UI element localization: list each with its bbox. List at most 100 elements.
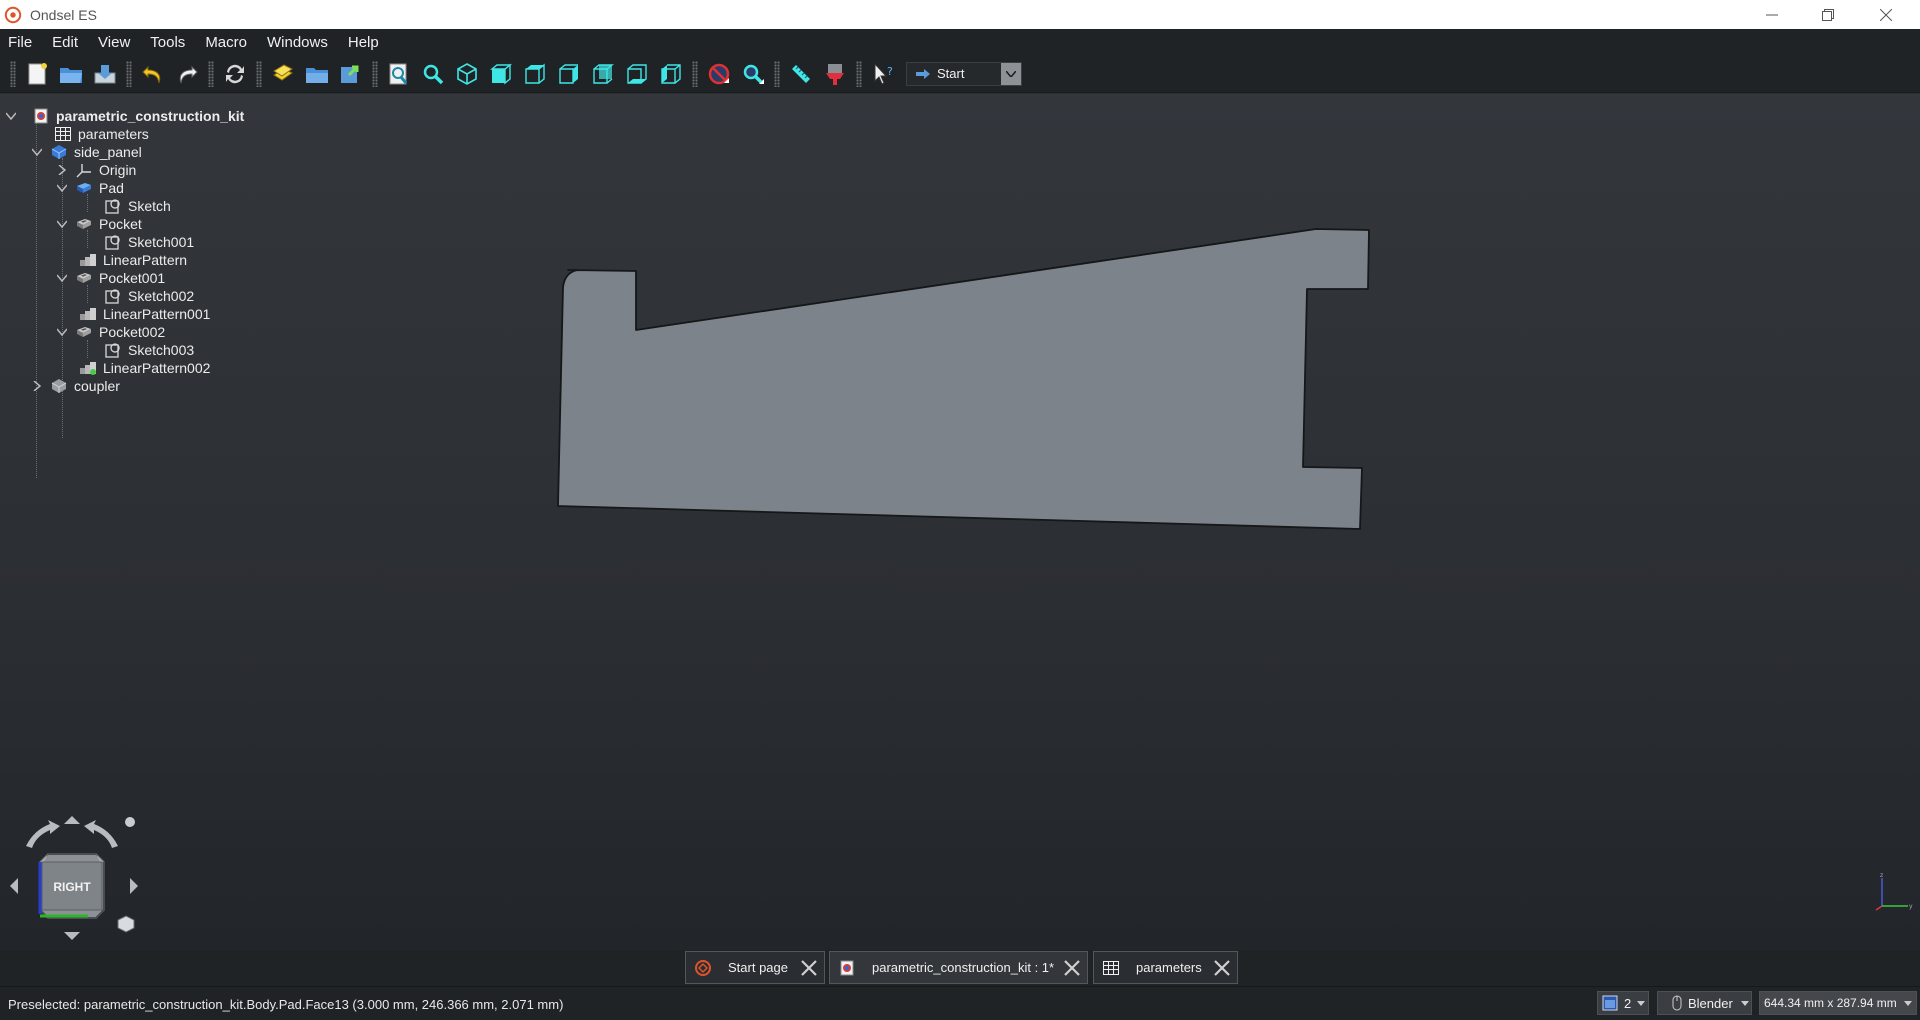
refresh-button[interactable] [220, 59, 250, 89]
right-view-icon [559, 63, 578, 84]
expand-chevron-right-icon[interactable] [55, 163, 69, 177]
tree-item-pocket001[interactable]: Pocket001 [55, 268, 165, 288]
whats-this-button[interactable]: ? [868, 59, 898, 89]
open-button[interactable] [56, 59, 86, 89]
rotate-left-arrow-icon[interactable] [26, 820, 60, 848]
tree-item-pad[interactable]: Pad [55, 178, 124, 198]
tree-item-side-panel[interactable]: side_panel [30, 142, 142, 162]
view-count-dropdown[interactable]: 2 [1597, 991, 1649, 1015]
expand-chevron-icon[interactable] [55, 271, 69, 285]
view-menu-cube-icon[interactable] [117, 915, 135, 933]
macro-execute-icon [341, 65, 359, 83]
macro-execute-button[interactable] [336, 59, 366, 89]
right-view-button[interactable] [554, 59, 584, 89]
fit-all-button[interactable] [384, 59, 414, 89]
dimension-readout[interactable]: 644.34 mm x 287.94 mm [1759, 991, 1917, 1015]
tree-item-parameters[interactable]: parameters [54, 124, 149, 144]
view-count-label: 2 [1624, 995, 1632, 1011]
cut-plane-button[interactable] [820, 59, 850, 89]
tree-item-label: Sketch003 [128, 342, 195, 358]
bounding-box-zoom-button[interactable] [738, 59, 768, 89]
fit-selection-button[interactable] [418, 59, 448, 89]
menu-help[interactable]: Help [348, 34, 379, 51]
tree-item-label: Pocket001 [99, 270, 166, 286]
macros-folder-button[interactable] [302, 59, 332, 89]
menu-windows[interactable]: Windows [267, 34, 328, 51]
tab-parameters[interactable]: parameters [1093, 951, 1238, 984]
new-document-button[interactable] [22, 59, 52, 89]
workbench-selector[interactable]: Start [906, 61, 1022, 86]
tree-item-coupler[interactable]: coupler [30, 376, 120, 396]
tree-item-pocket002[interactable]: Pocket002 [55, 322, 165, 342]
measure-button[interactable] [786, 59, 816, 89]
toolbar-grip[interactable] [692, 60, 698, 87]
top-view-button[interactable] [520, 59, 550, 89]
left-view-button[interactable] [656, 59, 686, 89]
workbench-selector-dropdown[interactable] [1001, 62, 1021, 85]
front-view-button[interactable] [486, 59, 516, 89]
preselection-status: Preselected: parametric_construction_kit… [8, 997, 564, 1012]
measure-clear-button[interactable] [704, 59, 734, 89]
whats-this-icon: ? [874, 62, 893, 85]
restore-button[interactable] [1800, 0, 1856, 29]
toolbar-grip[interactable] [126, 60, 132, 87]
tree-item-document[interactable]: parametric_construction_kit [4, 106, 244, 126]
navigation-cube[interactable]: RIGHT [6, 810, 142, 950]
menu-file[interactable]: File [8, 34, 32, 51]
save-button[interactable] [90, 59, 120, 89]
expand-chevron-icon[interactable] [55, 217, 69, 231]
dimension-label: 644.34 mm x 287.94 mm [1764, 996, 1897, 1010]
menu-bar: File Edit View Tools Macro Windows Help [0, 29, 1920, 55]
window-title: Ondsel ES [30, 6, 97, 23]
toolbar-grip[interactable] [856, 60, 862, 87]
bottom-view-button[interactable] [622, 59, 652, 89]
toolbar-grip[interactable] [372, 60, 378, 87]
rotate-right-arrow-icon[interactable] [84, 820, 118, 848]
nav-up-arrow-icon[interactable] [64, 816, 80, 824]
tree-item-sketch001[interactable]: Sketch001 [104, 232, 194, 252]
expand-chevron-icon[interactable] [30, 145, 44, 159]
toolbar-grip[interactable] [774, 60, 780, 87]
tree-item-linearpattern001[interactable]: LinearPattern001 [79, 304, 210, 324]
expand-chevron-right-icon[interactable] [30, 379, 44, 393]
nav-down-arrow-icon[interactable] [64, 932, 80, 940]
toolbar-grip[interactable] [208, 60, 214, 87]
close-tab-icon[interactable] [1063, 959, 1081, 977]
close-tab-icon[interactable] [800, 959, 818, 977]
tree-item-pocket[interactable]: Pocket [55, 214, 142, 234]
menu-view[interactable]: View [98, 34, 130, 51]
close-tab-icon[interactable] [1213, 959, 1231, 977]
menu-edit[interactable]: Edit [52, 34, 78, 51]
tree-item-linearpattern[interactable]: LinearPattern [79, 250, 187, 270]
nav-left-arrow-icon[interactable] [10, 878, 18, 894]
isometric-view-button[interactable] [452, 59, 482, 89]
nav-menu-dot-icon[interactable] [125, 817, 135, 827]
redo-button[interactable] [172, 59, 202, 89]
3d-viewport[interactable] [0, 94, 1920, 950]
tree-item-sketch[interactable]: Sketch [104, 196, 171, 216]
minimize-button[interactable] [1744, 0, 1800, 29]
top-view-icon [525, 63, 545, 84]
close-button[interactable] [1858, 0, 1914, 29]
tree-item-sketch002[interactable]: Sketch002 [104, 286, 194, 306]
menu-tools[interactable]: Tools [150, 34, 185, 51]
close-icon [1880, 8, 1892, 21]
tree-item-linearpattern002[interactable]: LinearPattern002 [79, 358, 210, 378]
macro-recording-button[interactable] [268, 59, 298, 89]
fit-selection-icon [423, 64, 444, 84]
tab-start-page[interactable]: Start page [685, 951, 825, 984]
undo-button[interactable] [138, 59, 168, 89]
navigation-style-dropdown[interactable]: Blender [1657, 991, 1752, 1015]
nav-right-arrow-icon[interactable] [130, 878, 138, 894]
expand-chevron-icon[interactable] [55, 181, 69, 195]
expand-chevron-icon[interactable] [4, 109, 18, 123]
toolbar-grip[interactable] [10, 60, 16, 87]
toolbar-grip[interactable] [256, 60, 262, 87]
tree-item-origin[interactable]: Origin [55, 160, 136, 180]
tree-item-sketch003[interactable]: Sketch003 [104, 340, 194, 360]
expand-chevron-icon[interactable] [55, 325, 69, 339]
tree-item-label: parameters [78, 126, 149, 142]
menu-macro[interactable]: Macro [205, 34, 247, 51]
tab-parametric-construction-kit[interactable]: parametric_construction_kit : 1* [829, 951, 1088, 984]
rear-view-button[interactable] [588, 59, 618, 89]
